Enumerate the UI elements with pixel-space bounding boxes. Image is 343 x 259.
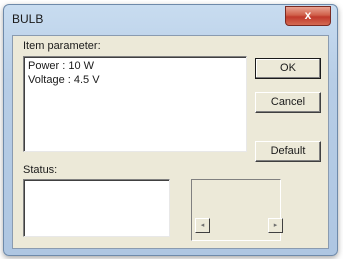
horizontal-scroll-control[interactable]: ◂ ▸ <box>193 218 285 233</box>
ok-button[interactable]: OK <box>255 58 321 79</box>
item-parameter-label: Item parameter: <box>23 40 101 52</box>
scroll-left-button[interactable]: ◂ <box>195 218 210 233</box>
title-bar[interactable]: BULB x <box>4 5 337 33</box>
right-arrow-icon: ▸ <box>273 222 278 229</box>
parameter-power: Power : 10 W <box>28 60 95 72</box>
bulb-dialog-window: BULB x Item parameter: Power : 10 W Volt… <box>3 4 338 256</box>
close-icon: x <box>304 8 312 22</box>
parameter-voltage: Voltage : 4.5 V <box>28 74 100 86</box>
close-button[interactable]: x <box>285 6 331 26</box>
status-field[interactable] <box>23 179 170 237</box>
item-parameter-list[interactable]: Power : 10 W Voltage : 4.5 V <box>23 56 247 152</box>
left-arrow-icon: ◂ <box>200 222 205 229</box>
status-label: Status: <box>23 164 58 176</box>
window-title: BULB <box>12 12 44 26</box>
scroll-right-button[interactable]: ▸ <box>268 218 283 233</box>
cancel-button[interactable]: Cancel <box>255 92 321 113</box>
default-button[interactable]: Default <box>255 141 321 162</box>
dialog-client-area: Item parameter: Power : 10 W Voltage : 4… <box>12 35 329 249</box>
